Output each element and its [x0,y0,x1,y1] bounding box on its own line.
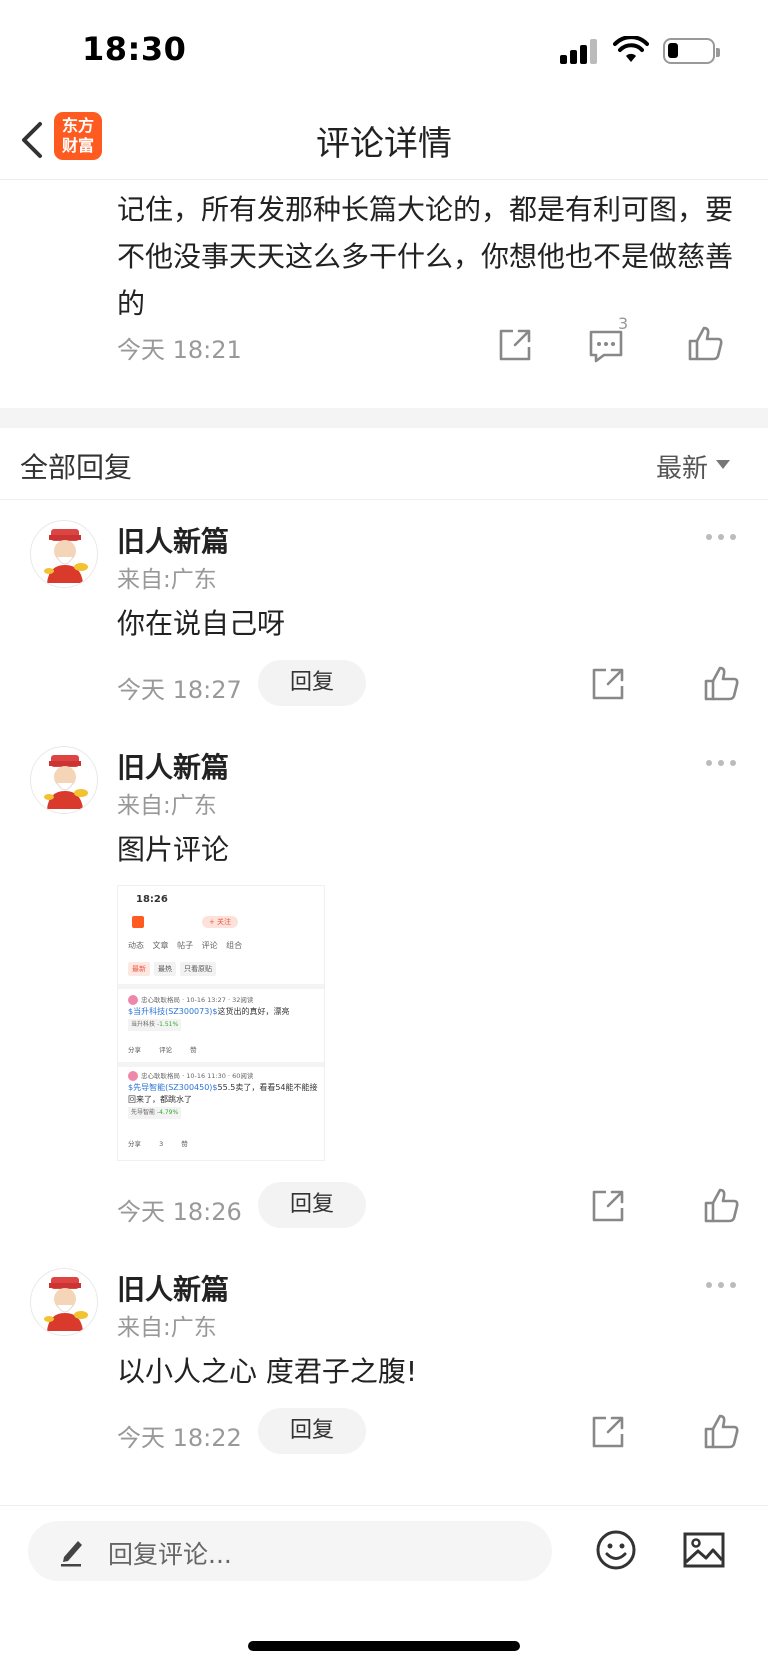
reply-input[interactable]: 回复评论... [28,1521,552,1581]
like-icon[interactable] [702,1186,742,1226]
avatar[interactable] [30,520,98,588]
thumb-post-stock: $先导智能(SZ300450)$ [128,1083,218,1092]
thumb-post: 忠心耿耿格局 · 10-16 11:30 · 60阅读 $先导智能(SZ3004… [128,1070,318,1119]
thumb-filter: 只看原贴 [180,962,216,976]
like-icon[interactable] [686,324,726,364]
reply-button[interactable]: 回复 [258,1182,366,1228]
thumb-post-stock: $当升科技(SZ300073)$ [128,1007,218,1016]
thumb-chip: 当升科技 -1.51% [128,1019,182,1031]
reply-username[interactable]: 旧人新篇 [117,520,229,560]
image-icon[interactable] [682,1530,726,1570]
thumb-post-actions: 分享 3 赞 [128,1140,188,1148]
reply-text: 你在说自己呀 [117,607,286,640]
thumb-post-user: 忠心耿耿格局 · 10-16 11:30 · 60阅读 [141,1072,254,1080]
avatar[interactable] [30,746,98,814]
home-indicator [248,1641,520,1651]
battery-icon [663,38,720,64]
thumb-chip: 先导智能 -4.79% [128,1107,182,1119]
reply-input-placeholder: 回复评论... [108,1540,232,1569]
thumb-filter: 最热 [154,962,176,976]
reply-item: 旧人新篇 来自:广东 你在说自己呀 今天 18:27 回复 [0,500,768,706]
main-comment-time: 今天 18:21 [117,336,242,364]
pencil-icon [61,1541,82,1567]
share-icon[interactable] [588,664,628,704]
reply-location: 来自:广东 [117,793,217,819]
emoji-icon[interactable] [594,1528,638,1572]
reply-time: 今天 18:22 [117,1424,242,1452]
chevron-down-icon[interactable] [716,460,730,469]
thumb-filter: 最新 [128,962,150,976]
thumb-post-text: 这货出的真好，漂亮 [217,1007,290,1016]
wifi-icon [613,36,649,62]
reply-time: 今天 18:27 [117,676,242,704]
more-icon[interactable] [706,532,738,542]
thumb-time: 18:26 [136,894,168,905]
reply-item: 旧人新篇 来自:广东 以小人之心 度君子之腹! 今天 18:22 回复 [0,1250,768,1454]
replies-header: 全部回复 最新 [0,428,768,500]
reply-image-thumbnail[interactable]: 18:26 + 关注 动态 文章 帖子 评论 组合 最新 最热 只看原贴 忠心耿耿格… [117,885,325,1161]
reply-button[interactable]: 回复 [258,660,366,706]
share-icon[interactable] [588,1412,628,1452]
main-comment: 记住，所有发那种长篇大论的，都是有利可图，要不他没事天天这么多干什么，你想他也不… [0,180,768,408]
status-time: 18:30 [82,30,187,68]
thumb-filters: 最新 最热 只看原贴 [128,962,220,976]
reply-username[interactable]: 旧人新篇 [117,746,229,786]
status-bar: 18:30 [0,0,768,100]
reply-location: 来自:广东 [117,1315,217,1341]
reply-text: 图片评论 [117,833,230,866]
comment-count-badge: 3 [618,314,629,333]
like-icon[interactable] [702,664,742,704]
reply-item: 旧人新篇 来自:广东 图片评论 今天 18:26 回复 [0,728,768,1228]
thumb-post: 忠心耿耿格局 · 10-16 13:27 · 32阅读 $当升科技(SZ3000… [128,994,318,1031]
thumb-logo [132,916,144,928]
main-comment-text: 记住，所有发那种长篇大论的，都是有利可图，要不他没事天天这么多干什么，你想他也不… [117,193,734,320]
thumb-divider [118,1062,324,1067]
sort-dropdown[interactable]: 最新 [656,448,708,485]
bottom-reply-bar: 回复评论... [0,1505,768,1663]
section-divider [0,408,768,428]
thumb-divider [118,984,324,989]
thumb-tabs: 动态 文章 帖子 评论 组合 [128,941,243,950]
reply-location: 来自:广东 [117,567,217,593]
reply-time: 今天 18:26 [117,1198,242,1226]
avatar[interactable] [30,1268,98,1336]
like-icon[interactable] [702,1412,742,1452]
share-icon[interactable] [495,325,535,365]
share-icon[interactable] [588,1186,628,1226]
reply-username[interactable]: 旧人新篇 [117,1268,229,1308]
more-icon[interactable] [706,758,738,768]
more-icon[interactable] [706,1280,738,1290]
reply-button[interactable]: 回复 [258,1408,366,1454]
replies-title: 全部回复 [20,451,133,484]
page-title: 评论详情 [316,124,452,164]
signal-icon [560,38,600,64]
thumb-post-actions: 分享 评论 赞 [128,1046,197,1054]
nav-header: 东方 财富 评论详情 [0,100,768,180]
thumb-follow: + 关注 [202,916,238,928]
reply-text: 以小人之心 度君子之腹! [117,1355,418,1388]
thumb-post-user: 忠心耿耿格局 · 10-16 13:27 · 32阅读 [141,996,254,1004]
